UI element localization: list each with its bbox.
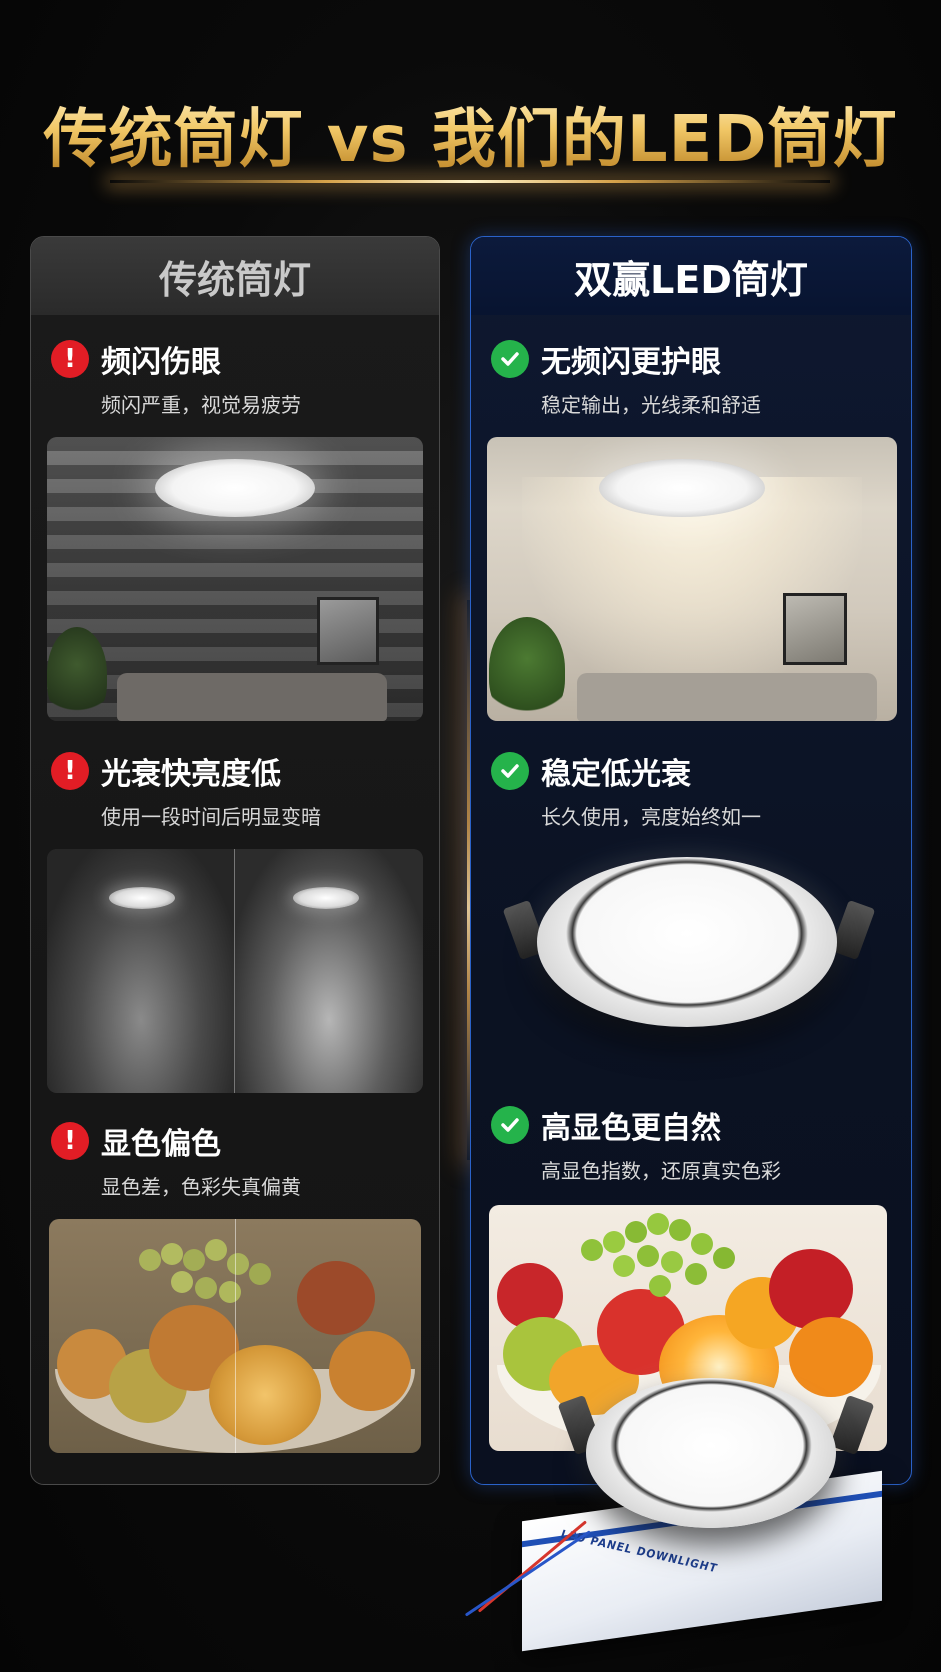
grape [647, 1213, 669, 1235]
warning-icon: ! [51, 340, 89, 378]
feature-subtitle: 高显色指数，还原真实色彩 [541, 1159, 781, 1183]
feature-subtitle: 使用一段时间后明显变暗 [101, 805, 321, 829]
feature-title: 频闪伤眼 [101, 345, 221, 380]
grape [183, 1249, 205, 1271]
feature-title: 光衰快亮度低 [101, 757, 281, 792]
main-title: 传统筒灯 vs 我们的LED筒灯 [0, 88, 941, 180]
downlight-right [293, 887, 359, 909]
spring-clip-right [830, 899, 876, 961]
flicker-room-photo [47, 437, 423, 721]
check-icon [491, 752, 529, 790]
bright-half [234, 849, 423, 1093]
orange-half [209, 1345, 321, 1445]
led-panel: 双赢LED筒灯 无频闪更护眼 稳定输出，光线柔和舒适 稳定低光衰 长久使用，亮度… [470, 236, 912, 1485]
grape [139, 1249, 161, 1271]
grape [669, 1219, 691, 1241]
check-icon [491, 340, 529, 378]
sofa [577, 673, 877, 721]
led-feature-no-flicker: 无频闪更护眼 稳定输出，光线柔和舒适 [491, 337, 761, 418]
light-decay-photo [47, 849, 423, 1093]
traditional-feature-decay: ! 光衰快亮度低 使用一段时间后明显变暗 [51, 749, 321, 830]
apple [297, 1261, 375, 1335]
comparison-split-line [235, 1219, 236, 1453]
grape [625, 1221, 647, 1243]
feature-subtitle: 频闪严重，视觉易疲劳 [101, 393, 301, 417]
plant [489, 617, 565, 721]
grape [613, 1255, 635, 1277]
traditional-panel-heading: 传统筒灯 [31, 237, 439, 315]
grape [649, 1275, 671, 1297]
grape [227, 1253, 249, 1275]
apple [769, 1249, 853, 1329]
led-downlight-on-box [586, 1378, 836, 1528]
check-icon [491, 1106, 529, 1144]
grape [161, 1243, 183, 1265]
grape [581, 1239, 603, 1261]
grape [171, 1271, 193, 1293]
grape [713, 1247, 735, 1269]
feature-subtitle: 长久使用，亮度始终如一 [541, 805, 761, 829]
grape [691, 1233, 713, 1255]
grape [603, 1231, 625, 1253]
plant [47, 627, 107, 721]
sofa [117, 673, 387, 721]
wall-picture [317, 597, 379, 665]
traditional-feature-color: ! 显色偏色 显色差，色彩失真偏黄 [51, 1119, 301, 1200]
comfortable-room-photo [487, 437, 897, 721]
feature-title: 无频闪更护眼 [541, 345, 721, 380]
grape [661, 1251, 683, 1273]
grape [685, 1263, 707, 1285]
grape [205, 1239, 227, 1261]
grape [637, 1245, 659, 1267]
warning-icon: ! [51, 1122, 89, 1160]
led-downlight-product [537, 857, 837, 1027]
orange [329, 1331, 411, 1411]
grape [195, 1277, 217, 1299]
orange [789, 1317, 873, 1397]
downlight-left [109, 887, 175, 909]
traditional-panel: 传统筒灯 ! 频闪伤眼 频闪严重，视觉易疲劳 ! 光衰快亮度低 使用一段时间后明… [30, 236, 440, 1485]
grape [219, 1281, 241, 1303]
led-feature-high-cri: 高显色更自然 高显色指数，还原真实色彩 [491, 1103, 781, 1184]
warning-icon: ! [51, 752, 89, 790]
feature-title: 稳定低光衰 [541, 757, 691, 792]
grape [249, 1263, 271, 1285]
led-feature-stable: 稳定低光衰 长久使用，亮度始终如一 [491, 749, 761, 830]
traditional-feature-flicker: ! 频闪伤眼 频闪严重，视觉易疲劳 [51, 337, 301, 418]
wall-picture [783, 593, 847, 665]
feature-subtitle: 稳定输出，光线柔和舒适 [541, 393, 761, 417]
feature-title: 高显色更自然 [541, 1111, 721, 1146]
feature-subtitle: 显色差，色彩失真偏黄 [101, 1175, 301, 1199]
led-panel-heading: 双赢LED筒灯 [471, 237, 911, 315]
ceiling-lamp [599, 459, 765, 517]
ceiling-lamp [155, 459, 315, 517]
feature-title: 显色偏色 [101, 1127, 221, 1162]
dull-fruit-photo [49, 1219, 421, 1453]
title-divider-glow [110, 180, 830, 183]
dim-half [47, 849, 235, 1093]
